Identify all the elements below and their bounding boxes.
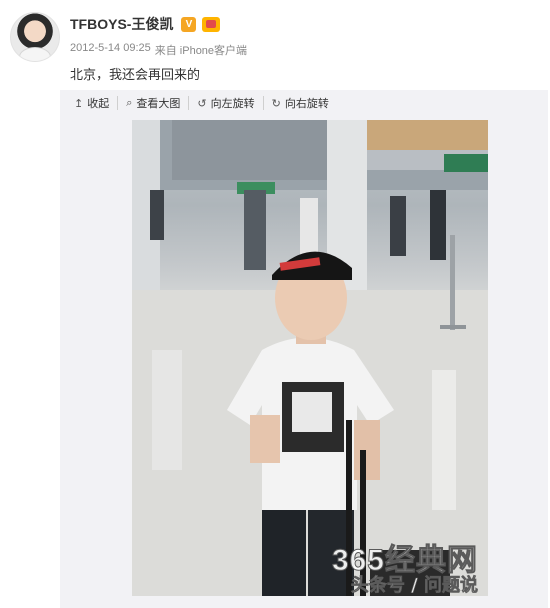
name-row: TFBOYS-王俊凯 V — [70, 14, 221, 34]
rotate-right-icon: ↻ — [271, 96, 281, 110]
view-large-label: 查看大图 — [136, 97, 181, 110]
rotate-right-label: 向右旋转 — [284, 97, 329, 110]
media-toolbar: ↥ 收起 ⌕ 查看大图 ↺ 向左旋转 ↻ 向右旋转 — [60, 90, 548, 116]
post-header: TFBOYS-王俊凯 V 2012-5-14 09:25 来自 iPhone客户… — [0, 0, 550, 90]
post-timestamp[interactable]: 2012-5-14 09:25 — [70, 42, 151, 58]
post-meta: 2012-5-14 09:25 来自 iPhone客户端 — [70, 42, 247, 58]
photo-illustration — [132, 120, 488, 596]
rotate-right-button[interactable]: ↻ 向右旋转 — [262, 96, 337, 110]
verified-badge-icon: V — [181, 16, 197, 32]
search-icon: ⌕ — [126, 96, 133, 109]
rotate-left-button[interactable]: ↺ 向左旋转 — [188, 96, 262, 110]
member-icon[interactable] — [202, 16, 221, 32]
post-source: 来自 iPhone客户端 — [154, 45, 248, 57]
collapse-label: 收起 — [87, 97, 110, 110]
view-large-button[interactable]: ⌕ 查看大图 — [117, 96, 188, 110]
collapse-icon: ↥ — [74, 96, 84, 110]
collapse-button[interactable]: ↥ 收起 — [66, 96, 117, 111]
rotate-left-label: 向左旋转 — [210, 97, 255, 110]
rotate-left-icon: ↺ — [197, 96, 207, 110]
post-text: 北京，我还会再回来的 — [70, 68, 201, 83]
user-name[interactable]: TFBOYS-王俊凯 — [70, 14, 173, 34]
post-photo[interactable]: 365经典网 头条号 / 问题说 — [132, 120, 488, 596]
avatar[interactable] — [10, 12, 60, 62]
media-box: ↥ 收起 ⌕ 查看大图 ↺ 向左旋转 ↻ 向右旋转 365经典网 头条号 / 问… — [60, 90, 548, 608]
